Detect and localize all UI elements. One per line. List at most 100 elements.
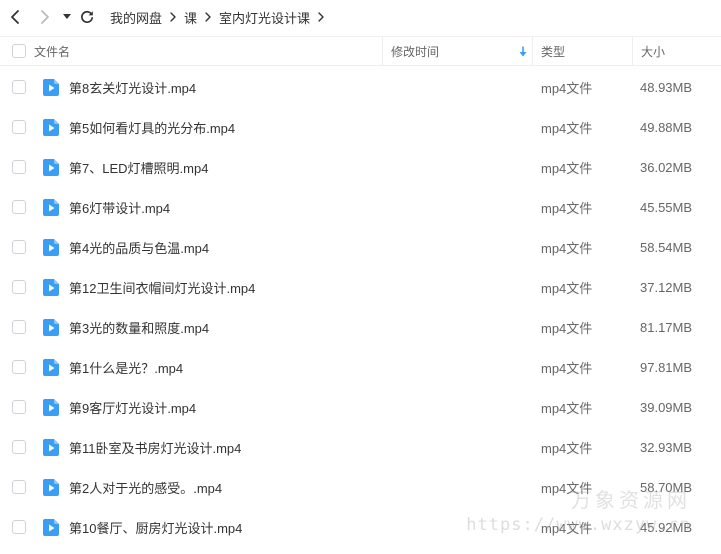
file-row[interactable]: 第4光的品质与色温.mp4 mp4文件 58.54MB (0, 227, 721, 267)
file-name[interactable]: 第12卫生间衣帽间灯光设计.mp4 (59, 278, 533, 297)
file-row[interactable]: 第6灯带设计.mp4 mp4文件 45.55MB (0, 187, 721, 227)
breadcrumb-separator-icon (318, 12, 324, 22)
row-checkbox[interactable] (12, 400, 26, 414)
row-checkbox[interactable] (12, 200, 26, 214)
file-size: 39.09MB (640, 399, 693, 415)
row-checkbox[interactable] (12, 320, 26, 334)
file-type: mp4文件 (541, 160, 593, 176)
column-header-size[interactable]: 大小 (633, 36, 721, 66)
row-checkbox[interactable] (12, 440, 26, 454)
row-checkbox[interactable] (12, 120, 26, 134)
video-file-icon (26, 238, 59, 256)
column-header-modified[interactable]: 修改时间 (383, 36, 533, 66)
file-row[interactable]: 第11卧室及书房灯光设计.mp4 mp4文件 32.93MB (0, 427, 721, 467)
row-checkbox[interactable] (12, 240, 26, 254)
file-type: mp4文件 (541, 480, 593, 496)
file-size: 81.17MB (640, 319, 693, 335)
row-checkbox[interactable] (12, 280, 26, 294)
row-check-cell (0, 160, 26, 174)
row-check-cell (0, 400, 26, 414)
column-header-type[interactable]: 类型 (533, 36, 633, 66)
file-row[interactable]: 第12卫生间衣帽间灯光设计.mp4 mp4文件 37.12MB (0, 267, 721, 307)
history-dropdown-button[interactable] (58, 0, 76, 34)
row-check-cell (0, 520, 26, 534)
file-size: 32.93MB (640, 439, 693, 455)
file-list-header: 文件名 修改时间 类型 大小 (0, 36, 721, 66)
select-all-cell (0, 36, 26, 66)
file-name[interactable]: 第3光的数量和照度.mp4 (59, 318, 533, 337)
breadcrumb-separator-icon (205, 12, 211, 22)
file-size: 58.54MB (640, 239, 693, 255)
file-name[interactable]: 第2人对于光的感受。.mp4 (59, 478, 533, 497)
row-check-cell (0, 360, 26, 374)
row-check-cell (0, 80, 26, 94)
row-checkbox[interactable] (12, 520, 26, 534)
file-type: mp4文件 (541, 240, 593, 256)
video-file-icon (26, 78, 59, 96)
column-header-type-label: 类型 (541, 44, 566, 59)
file-size: 45.55MB (640, 199, 693, 215)
file-row[interactable]: 第2人对于光的感受。.mp4 mp4文件 58.70MB (0, 467, 721, 507)
file-row[interactable]: 第5如何看灯具的光分布.mp4 mp4文件 49.88MB (0, 107, 721, 147)
file-name[interactable]: 第7、LED灯槽照明.mp4 (59, 158, 533, 177)
file-type: mp4文件 (541, 400, 593, 416)
refresh-button[interactable] (76, 0, 98, 34)
file-row[interactable]: 第3光的数量和照度.mp4 mp4文件 81.17MB (0, 307, 721, 347)
row-check-cell (0, 280, 26, 294)
video-file-icon (26, 198, 59, 216)
forward-button[interactable] (32, 0, 58, 34)
breadcrumb-item[interactable]: 课 (184, 8, 197, 27)
breadcrumb-item[interactable]: 室内灯光设计课 (219, 8, 310, 27)
refresh-icon (81, 10, 94, 24)
video-file-icon (26, 158, 59, 176)
video-file-icon (26, 358, 59, 376)
file-name[interactable]: 第10餐厅、厨房灯光设计.mp4 (59, 518, 533, 537)
file-name[interactable]: 第4光的品质与色温.mp4 (59, 238, 533, 257)
file-name[interactable]: 第1什么是光？.mp4 (59, 358, 533, 377)
file-name[interactable]: 第11卧室及书房灯光设计.mp4 (59, 438, 533, 457)
file-size: 36.02MB (640, 159, 693, 175)
back-button[interactable] (2, 0, 28, 34)
video-file-icon (26, 318, 59, 336)
file-row[interactable]: 第1什么是光？.mp4 mp4文件 97.81MB (0, 347, 721, 387)
column-header-name-label: 文件名 (34, 44, 71, 59)
video-file-icon (26, 478, 59, 496)
video-file-icon (26, 278, 59, 296)
file-row[interactable]: 第7、LED灯槽照明.mp4 mp4文件 36.02MB (0, 147, 721, 187)
row-check-cell (0, 320, 26, 334)
file-type: mp4文件 (541, 200, 593, 216)
file-type: mp4文件 (541, 120, 593, 136)
video-file-icon (26, 518, 59, 536)
row-checkbox[interactable] (12, 480, 26, 494)
video-file-icon (26, 398, 59, 416)
file-type: mp4文件 (541, 320, 593, 336)
select-all-checkbox[interactable] (12, 44, 26, 58)
file-size: 37.12MB (640, 279, 693, 295)
file-row[interactable]: 第8玄关灯光设计.mp4 mp4文件 48.93MB (0, 67, 721, 107)
row-check-cell (0, 120, 26, 134)
row-check-cell (0, 480, 26, 494)
file-name[interactable]: 第9客厅灯光设计.mp4 (59, 398, 533, 417)
file-name[interactable]: 第6灯带设计.mp4 (59, 198, 533, 217)
video-file-icon (26, 438, 59, 456)
file-name[interactable]: 第5如何看灯具的光分布.mp4 (59, 118, 533, 137)
breadcrumb-item[interactable]: 我的网盘 (110, 8, 162, 27)
row-checkbox[interactable] (12, 80, 26, 94)
video-file-icon (26, 118, 59, 136)
row-check-cell (0, 240, 26, 254)
caret-down-icon (63, 14, 71, 19)
arrow-down-icon (519, 46, 527, 56)
file-type: mp4文件 (541, 520, 593, 536)
breadcrumb: 我的网盘 课 室内灯光设计课 (110, 0, 332, 34)
file-size: 45.92MB (640, 519, 693, 535)
column-header-modified-label: 修改时间 (391, 44, 440, 59)
row-checkbox[interactable] (12, 360, 26, 374)
file-size: 49.88MB (640, 119, 693, 135)
column-header-name[interactable]: 文件名 (26, 36, 383, 66)
file-name[interactable]: 第8玄关灯光设计.mp4 (59, 78, 533, 97)
file-size: 97.81MB (640, 359, 693, 375)
row-checkbox[interactable] (12, 160, 26, 174)
file-row[interactable]: 第9客厅灯光设计.mp4 mp4文件 39.09MB (0, 387, 721, 427)
file-type: mp4文件 (541, 360, 593, 376)
file-row[interactable]: 第10餐厅、厨房灯光设计.mp4 mp4文件 45.92MB (0, 507, 721, 547)
